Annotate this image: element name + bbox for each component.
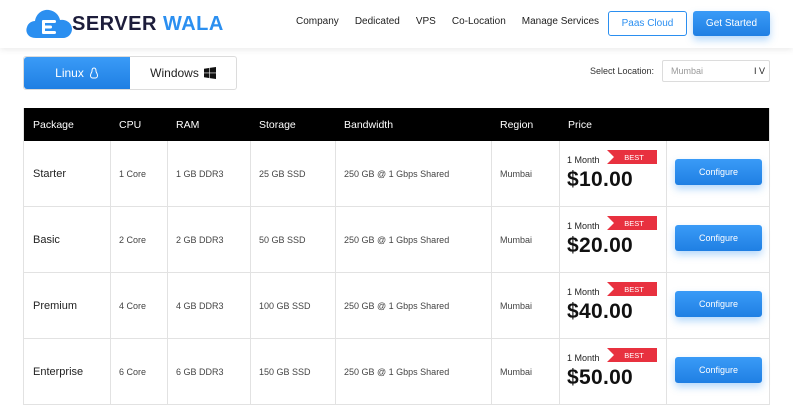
- table-row: Enterprise 6 Core 6 GB DDR3 150 GB SSD 2…: [24, 339, 769, 405]
- cell-package: Premium: [33, 300, 78, 312]
- location-label: Select Location:: [590, 66, 655, 76]
- cell-ram: 6 GB DDR3: [176, 367, 224, 377]
- cell-cpu: 6 Core: [119, 367, 147, 377]
- configure-button[interactable]: Configure: [675, 225, 762, 251]
- tab-linux-label: Linux: [55, 66, 84, 80]
- best-badge: BEST: [607, 348, 657, 362]
- cell-region: Mumbai: [500, 235, 533, 245]
- configure-button[interactable]: Configure: [675, 357, 762, 383]
- best-badge: BEST: [607, 282, 657, 296]
- main-nav: Company Dedicated VPS Co-Location Manage…: [296, 16, 615, 27]
- cell-cpu: 2 Core: [119, 235, 147, 245]
- price-amount: $40.00: [567, 300, 634, 323]
- header-region: Region: [500, 119, 534, 131]
- pricing-table: Package CPU RAM Storage Bandwidth Region…: [23, 108, 770, 405]
- price-period: 1 Month: [567, 221, 600, 231]
- paas-cloud-button[interactable]: Paas Cloud: [608, 11, 687, 36]
- chevron-down-icon: I V: [753, 66, 765, 76]
- cell-package: Starter: [33, 168, 67, 180]
- best-badge: BEST: [607, 216, 657, 230]
- cell-cpu: 4 Core: [119, 301, 147, 311]
- configure-button[interactable]: Configure: [675, 159, 762, 185]
- table-row: Premium 4 Core 4 GB DDR3 100 GB SSD 250 …: [24, 273, 769, 339]
- price-period: 1 Month: [567, 287, 600, 297]
- get-started-button[interactable]: Get Started: [693, 11, 770, 36]
- cell-price: 1 Month BEST $10.00: [559, 141, 666, 207]
- cell-storage: 25 GB SSD: [259, 169, 306, 179]
- logo-text: SERVER WALA: [72, 13, 224, 36]
- linux-icon: [89, 67, 99, 79]
- nav-company[interactable]: Company: [296, 16, 339, 27]
- nav-co-location[interactable]: Co-Location: [452, 16, 506, 27]
- cell-storage: 150 GB SSD: [259, 367, 311, 377]
- site-header: SERVER WALA Company Dedicated VPS Co-Loc…: [0, 0, 793, 48]
- configure-button[interactable]: Configure: [675, 291, 762, 317]
- cell-region: Mumbai: [500, 367, 533, 377]
- price-amount: $20.00: [567, 234, 634, 257]
- cell-bandwidth: 250 GB @ 1 Gbps Shared: [344, 235, 450, 245]
- header-price: Price: [568, 119, 592, 131]
- nav-dedicated[interactable]: Dedicated: [355, 16, 400, 27]
- cell-ram: 1 GB DDR3: [176, 169, 224, 179]
- location-select[interactable]: Mumbai I V: [662, 60, 770, 82]
- logo-text-server: SERVER: [72, 12, 157, 35]
- header-cpu: CPU: [119, 119, 142, 131]
- logo[interactable]: SERVER WALA: [24, 6, 224, 42]
- price-period: 1 Month: [567, 353, 600, 363]
- header-ram: RAM: [176, 119, 200, 131]
- cell-bandwidth: 250 GB @ 1 Gbps Shared: [344, 367, 450, 377]
- nav-manage-services[interactable]: Manage Services: [522, 16, 599, 27]
- tab-linux[interactable]: Linux: [24, 57, 130, 89]
- cell-ram: 4 GB DDR3: [176, 301, 224, 311]
- cell-bandwidth: 250 GB @ 1 Gbps Shared: [344, 301, 450, 311]
- table-header: Package CPU RAM Storage Bandwidth Region…: [24, 108, 769, 141]
- table-row: Starter 1 Core 1 GB DDR3 25 GB SSD 250 G…: [24, 141, 769, 207]
- cell-cpu: 1 Core: [119, 169, 147, 179]
- table-row: Basic 2 Core 2 GB DDR3 50 GB SSD 250 GB …: [24, 207, 769, 273]
- cell-package: Basic: [33, 234, 60, 246]
- cell-region: Mumbai: [500, 301, 533, 311]
- cell-storage: 50 GB SSD: [259, 235, 306, 245]
- cloud-logo-icon: [26, 9, 72, 38]
- cell-bandwidth: 250 GB @ 1 Gbps Shared: [344, 169, 450, 179]
- windows-icon: [203, 67, 216, 79]
- logo-text-wala: WALA: [162, 12, 224, 35]
- best-badge: BEST: [607, 150, 657, 164]
- cell-package: Enterprise: [33, 366, 84, 378]
- cell-region: Mumbai: [500, 169, 533, 179]
- price-period: 1 Month: [567, 155, 600, 165]
- cell-price: 1 Month BEST $50.00: [559, 339, 666, 405]
- cell-ram: 2 GB DDR3: [176, 235, 224, 245]
- os-tabs: Linux Windows: [23, 56, 237, 90]
- header-storage: Storage: [259, 119, 296, 131]
- tab-windows-label: Windows: [150, 66, 199, 80]
- header-bandwidth: Bandwidth: [344, 119, 394, 131]
- header-package: Package: [33, 119, 74, 131]
- location-selected-value: Mumbai: [671, 66, 704, 76]
- price-amount: $10.00: [567, 168, 634, 191]
- tab-windows[interactable]: Windows: [130, 57, 236, 89]
- price-amount: $50.00: [567, 366, 634, 389]
- cell-price: 1 Month BEST $40.00: [559, 273, 666, 339]
- cell-storage: 100 GB SSD: [259, 301, 311, 311]
- cell-price: 1 Month BEST $20.00: [559, 207, 666, 273]
- nav-vps[interactable]: VPS: [416, 16, 436, 27]
